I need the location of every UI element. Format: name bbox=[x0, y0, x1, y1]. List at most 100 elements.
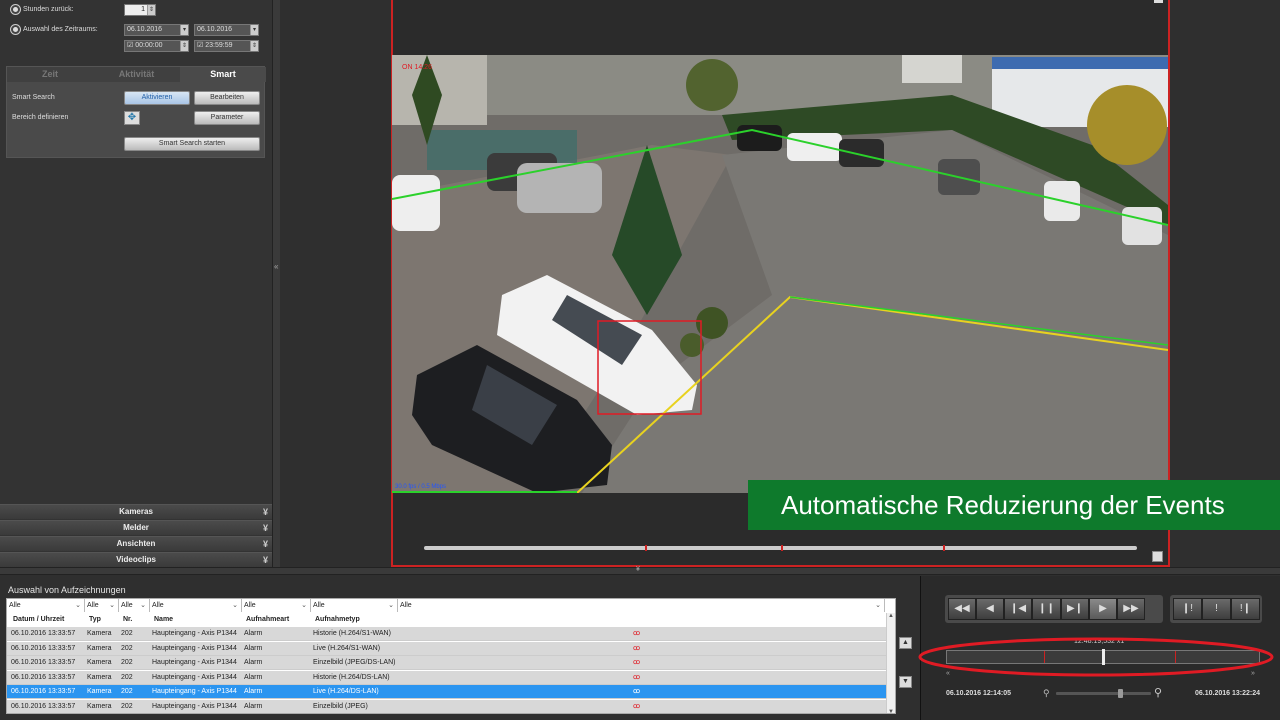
table-row[interactable]: 06.10.2016 13:33:57 Kamera 202 Haupteingang… bbox=[7, 656, 887, 670]
next-event-icon[interactable]: !❙ bbox=[1231, 598, 1260, 620]
chevron-down-icon: ¥ bbox=[262, 539, 268, 549]
header-datetime[interactable]: Datum / Uhrzeit bbox=[11, 613, 64, 626]
zoom-slider[interactable] bbox=[1056, 689, 1151, 698]
panel-splitter[interactable]: « bbox=[272, 0, 280, 568]
event-nav-group: ❙! ! !❙ bbox=[1170, 595, 1262, 623]
start-smart-search-button[interactable]: Smart Search starten bbox=[124, 137, 260, 151]
recording-icon[interactable]: ꝏ bbox=[633, 656, 640, 670]
filter-record-type[interactable]: Alle ⌄ bbox=[311, 599, 398, 612]
tab-time[interactable]: Zeit bbox=[7, 67, 93, 82]
table-scrollbar[interactable]: ▲ ▼ bbox=[886, 613, 895, 713]
accordion-views[interactable]: Ansichten ¥ bbox=[0, 536, 272, 551]
tab-activity[interactable]: Aktivität bbox=[93, 67, 180, 82]
table-cell: Alarm bbox=[244, 630, 263, 637]
search-tabs-box: Zeit Aktivität Smart Smart Search Aktivi… bbox=[6, 66, 266, 158]
accordion-cameras[interactable]: Kameras ¥ bbox=[0, 504, 272, 519]
scroll-up-button[interactable]: ▲ bbox=[899, 637, 912, 649]
video-overlay-top: ON 14:26 bbox=[402, 64, 432, 71]
filter-extra[interactable]: Alle ⌄ bbox=[398, 599, 885, 612]
table-cell: 06.10.2016 13:33:57 bbox=[11, 688, 76, 695]
accordion-detectors[interactable]: Melder ¥ bbox=[0, 520, 272, 535]
pause-icon[interactable]: ❙❙ bbox=[1032, 598, 1061, 620]
timeline-start: 06.10.2016 12:14:05 bbox=[946, 690, 1011, 697]
table-cell: 202 bbox=[121, 673, 133, 681]
table-row[interactable]: 06.10.2016 13:33:57 Kamera 202 Haupteingang… bbox=[7, 699, 887, 714]
filter-number[interactable]: Alle ⌄ bbox=[119, 599, 150, 612]
timeline-back-icon[interactable]: « bbox=[946, 670, 950, 677]
activate-button[interactable]: Aktivieren bbox=[124, 91, 190, 105]
table-cell: Alarm bbox=[244, 702, 263, 710]
recording-icon[interactable]: ꝏ bbox=[633, 685, 640, 699]
hours-back-input[interactable]: 1 ⇕ bbox=[124, 4, 156, 16]
rewind-icon[interactable]: ◀ bbox=[976, 598, 1004, 620]
recording-icon[interactable]: ꝏ bbox=[633, 700, 640, 714]
table-row[interactable]: 06.10.2016 13:33:57 Kamera 202 Haupteingang… bbox=[7, 627, 887, 641]
zoom-out-icon[interactable]: ⚲ bbox=[1043, 688, 1050, 699]
table-cell: Kamera bbox=[87, 644, 112, 652]
hours-back-radio[interactable] bbox=[11, 5, 20, 14]
table-cell: Alarm bbox=[244, 673, 263, 681]
header-type[interactable]: Typ bbox=[87, 613, 101, 626]
table-row[interactable]: 06.10.2016 13:33:57 Kamera 202 Haupteingang… bbox=[7, 685, 887, 699]
table-cell: Haupteingang - Axis P1344 bbox=[152, 659, 237, 666]
table-row[interactable]: 06.10.2016 13:33:57 Kamera 202 Haupteingang… bbox=[7, 641, 887, 656]
edit-button[interactable]: Bearbeiten bbox=[194, 91, 260, 105]
zoom-in-icon[interactable]: ⚲ bbox=[1154, 686, 1162, 699]
header-number[interactable]: Nr. bbox=[121, 613, 132, 626]
event-icon[interactable]: ! bbox=[1202, 598, 1231, 620]
accordion-videoclips[interactable]: Videoclips ¥ bbox=[0, 552, 272, 567]
rewind-fast-icon[interactable]: ◀◀ bbox=[948, 598, 976, 620]
table-cell: 06.10.2016 13:33:57 bbox=[11, 673, 76, 681]
period-radio[interactable] bbox=[11, 25, 20, 34]
search-panel: Stunden zurück: 1 ⇕ Auswahl des Zeitraums… bbox=[0, 0, 272, 568]
header-record-mode[interactable]: Aufnahmeart bbox=[244, 613, 289, 626]
step-forward-icon[interactable]: ▶❙ bbox=[1061, 598, 1089, 620]
table-cell: Kamera bbox=[87, 659, 112, 666]
table-cell: Kamera bbox=[87, 673, 112, 681]
step-back-icon[interactable]: ❙◀ bbox=[1004, 598, 1032, 620]
recordings-table: Alle ⌄ Alle ⌄ Alle ⌄ Alle ⌄ Alle ⌄ Alle ⌄ Alle… bbox=[6, 598, 896, 714]
play-icon[interactable]: ▶ bbox=[1089, 598, 1117, 620]
from-time-input[interactable]: ☑ 00:00:00 ⇕ bbox=[124, 40, 189, 52]
table-cell: Haupteingang - Axis P1344 bbox=[152, 644, 237, 652]
define-area-label: Bereich definieren bbox=[12, 114, 69, 121]
banner-overlay: Automatische Reduzierung der Events bbox=[748, 480, 1280, 530]
recording-icon[interactable]: ꝏ bbox=[633, 627, 640, 641]
table-cell: Haupteingang - Axis P1344 bbox=[152, 702, 237, 710]
table-cell: Einzelbild (JPEG/DS-LAN) bbox=[313, 659, 396, 666]
video-overlay-stats: 30.0 fps / 0.5 Mbps bbox=[395, 484, 447, 490]
table-cell: Haupteingang - Axis P1344 bbox=[152, 673, 237, 681]
table-cell: Live (H.264/DS-LAN) bbox=[313, 688, 379, 695]
from-date-input[interactable]: 06.10.2016 ▾ bbox=[124, 24, 189, 36]
filter-date[interactable]: Alle ⌄ bbox=[7, 599, 85, 612]
move-area-icon[interactable]: ✥ bbox=[124, 111, 140, 125]
header-name[interactable]: Name bbox=[152, 613, 173, 626]
to-date-input[interactable]: 06.10.2016 ▾ bbox=[194, 24, 259, 36]
maximize-icon[interactable] bbox=[1154, 0, 1163, 3]
fast-forward-icon[interactable]: ▶▶ bbox=[1117, 598, 1145, 620]
table-cell: Historie (H.264/S1-WAN) bbox=[313, 630, 391, 637]
scrub-marker bbox=[645, 545, 647, 551]
filter-type[interactable]: Alle ⌄ bbox=[85, 599, 119, 612]
recording-icon[interactable]: ꝏ bbox=[633, 642, 640, 656]
camera-image[interactable] bbox=[392, 55, 1168, 493]
timeline-forward-icon[interactable]: » bbox=[1251, 670, 1255, 677]
zoom-slider-thumb[interactable] bbox=[1118, 689, 1123, 698]
horizontal-splitter[interactable]: ¥ bbox=[0, 566, 1280, 575]
parameters-button[interactable]: Parameter bbox=[194, 111, 260, 125]
recording-icon[interactable]: ꝏ bbox=[633, 671, 640, 685]
app-window: Stunden zurück: 1 ⇕ Auswahl des Zeitraums… bbox=[0, 0, 1280, 720]
table-cell: Historie (H.264/DS-LAN) bbox=[313, 673, 390, 681]
prev-event-icon[interactable]: ❙! bbox=[1173, 598, 1202, 620]
filter-name[interactable]: Alle ⌄ bbox=[150, 599, 242, 612]
header-record-type[interactable]: Aufnahmetyp bbox=[313, 613, 360, 626]
scrub-marker bbox=[781, 545, 783, 551]
tab-smart[interactable]: Smart bbox=[180, 67, 266, 82]
scroll-down-button[interactable]: ▼ bbox=[899, 676, 912, 688]
filter-record-mode[interactable]: Alle ⌄ bbox=[242, 599, 311, 612]
fullscreen-icon[interactable] bbox=[1152, 551, 1163, 562]
table-row[interactable]: 06.10.2016 13:33:57 Kamera 202 Haupteingang… bbox=[7, 670, 887, 685]
table-cell: Haupteingang - Axis P1344 bbox=[152, 688, 237, 695]
to-time-input[interactable]: ☑ 23:59:59 ⇕ bbox=[194, 40, 259, 52]
chevron-down-icon: ¥ bbox=[262, 507, 268, 517]
